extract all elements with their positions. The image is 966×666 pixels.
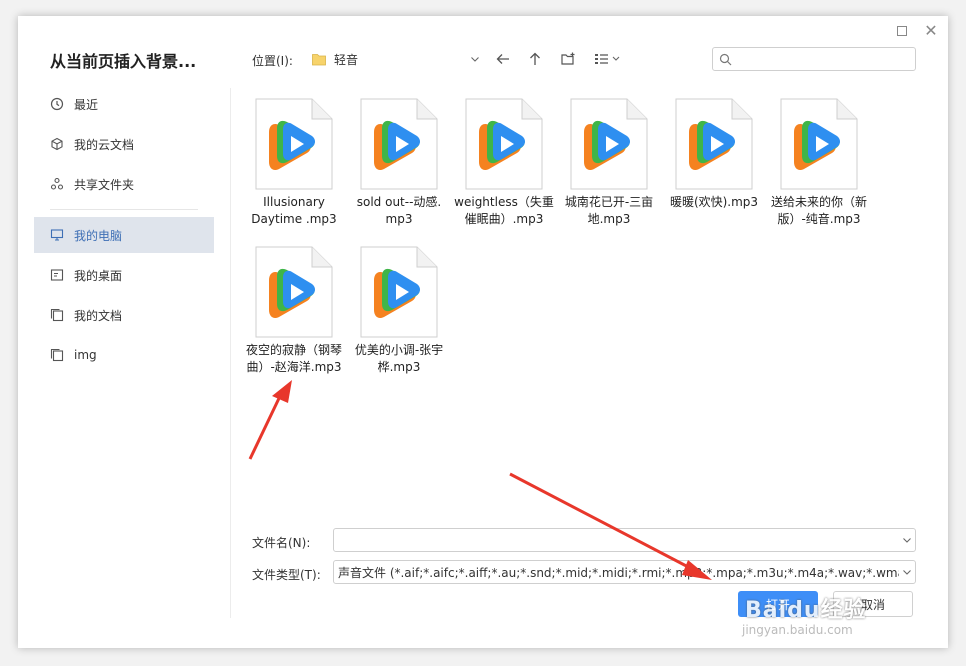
file-item[interactable]: sold out--动感. mp3 [349,98,449,238]
filetype-value: 声音文件 (*.aif;*.aifc;*.aiff;*.au;*.snd;*.m… [338,565,899,580]
desktop-icon [50,268,64,282]
chevron-down-icon[interactable] [899,535,915,545]
watermark-logo: Baidu经验 [745,598,867,623]
sidebar-item-label: 我的桌面 [74,268,123,283]
chevron-down-icon [471,57,479,62]
file-item[interactable]: 优美的小调-张宇 桦.mp3 [349,246,449,386]
view-mode-icon[interactable] [593,48,625,70]
maximize-icon[interactable] [891,20,913,42]
file-item[interactable]: 夜空的寂静（钢琴 曲）-赵海洋.mp3 [244,246,344,386]
folder-icon [312,53,326,65]
filename-label: 文件名(N): [252,536,311,550]
sidebar-item-label: 我的电脑 [74,228,123,243]
file-name: 夜空的寂静（钢琴 曲）-赵海洋.mp3 [245,343,342,374]
sidebar-item-label: 我的云文档 [74,137,135,152]
search-field[interactable] [712,47,916,71]
filetype-select[interactable]: 声音文件 (*.aif;*.aifc;*.aiff;*.au;*.snd;*.m… [333,560,916,584]
chevron-down-icon[interactable] [899,567,915,577]
monitor-icon [50,228,64,242]
search-icon [719,53,732,65]
documents-icon [50,308,64,322]
back-icon[interactable] [492,48,514,70]
audio-file-icon [675,98,753,190]
folder-icon [50,348,64,362]
audio-file-icon [255,246,333,338]
new-folder-icon[interactable] [557,48,579,70]
search-input[interactable] [738,52,908,66]
audio-file-icon [360,98,438,190]
up-folder-icon[interactable] [524,48,546,70]
sidebar-item-label: 最近 [74,97,99,112]
audio-file-icon [360,246,438,338]
location-value: 轻音 [334,52,359,67]
sidebar-divider [50,209,198,210]
audio-file-icon [255,98,333,190]
file-item[interactable]: 城南花已开-三亩 地.mp3 [559,98,659,238]
sidebar-item-label: img [74,348,97,362]
file-item[interactable]: Illusionary Daytime .mp3 [244,98,344,238]
file-name: 优美的小调-张宇 桦.mp3 [354,343,444,374]
filename-field[interactable] [333,528,916,552]
location-dropdown[interactable]: 轻音 [308,46,484,72]
filetype-label: 文件类型(T): [252,568,321,582]
file-item[interactable]: weightless（失重 催眠曲）.mp3 [454,98,554,238]
audio-file-icon [570,98,648,190]
sidebar-item-label: 我的文档 [74,308,123,323]
close-icon[interactable]: ✕ [920,20,942,42]
sidebar-item-my-documents[interactable]: 我的文档 [34,297,214,333]
sidebar-item-cloud-docs[interactable]: 我的云文档 [34,126,214,162]
file-name: sold out--动感. mp3 [356,195,442,226]
file-name: 送给未来的你（新 版）-纯音.mp3 [770,195,867,226]
file-name: weightless（失重 催眠曲）.mp3 [454,195,554,226]
cube-icon [50,137,64,151]
sidebar-item-shared-folder[interactable]: 共享文件夹 [34,166,214,202]
sidebar: 从当前页插入背景... 最近 我的云文档 共享文件夹 我的电脑 我的桌面 我的文… [18,16,230,648]
audio-file-icon [780,98,858,190]
sidebar-item-img[interactable]: img [34,337,214,373]
file-name: 城南花已开-三亩 地.mp3 [564,195,654,226]
watermark-url: jingyan.baidu.com [742,623,853,637]
file-item[interactable]: 暖暖(欢快).mp3 [664,98,764,238]
sidebar-item-label: 共享文件夹 [74,177,135,192]
dialog-title: 从当前页插入背景... [50,52,197,71]
pane-separator [230,88,231,618]
file-item[interactable]: 送给未来的你（新 版）-纯音.mp3 [769,98,869,238]
file-name: 暖暖(欢快).mp3 [669,195,759,209]
file-name: Illusionary Daytime .mp3 [251,195,337,226]
location-label: 位置(I): [252,54,293,68]
share-icon [50,177,64,191]
audio-file-icon [465,98,543,190]
sidebar-item-my-desktop[interactable]: 我的桌面 [34,257,214,293]
insert-background-dialog: ✕ 从当前页插入背景... 最近 我的云文档 共享文件夹 我的电脑 我的桌面 我… [18,16,948,648]
clock-icon [50,97,64,111]
sidebar-item-recent[interactable]: 最近 [34,86,214,122]
sidebar-item-my-computer[interactable]: 我的电脑 [34,217,214,253]
